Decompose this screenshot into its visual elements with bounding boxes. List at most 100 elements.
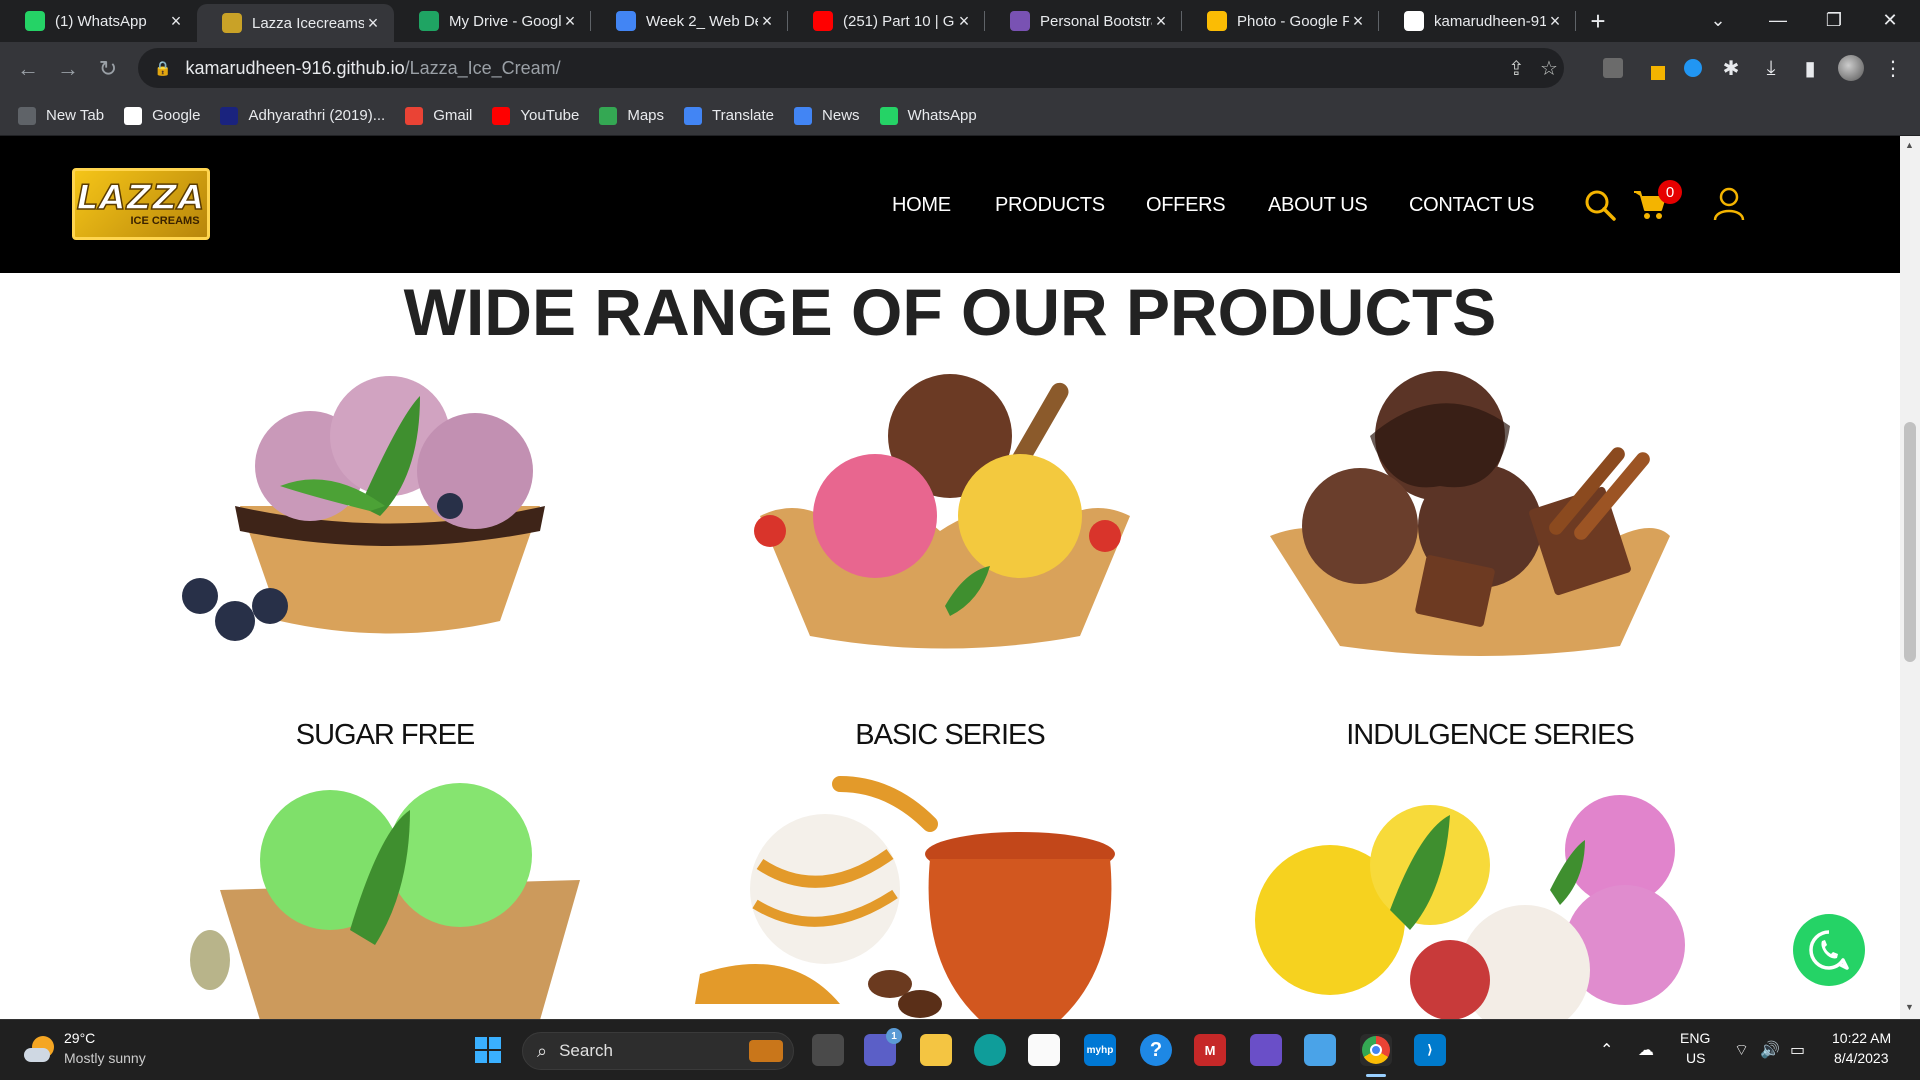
notepad-icon[interactable]	[1304, 1034, 1336, 1066]
teams-chat-icon[interactable]: 1	[864, 1028, 902, 1066]
tab-close-icon[interactable]: ×	[561, 11, 579, 32]
tab-label: Week 2_ Web Des	[646, 12, 758, 30]
windows-start-icon[interactable]	[472, 1034, 504, 1066]
browser-menu-icon[interactable]: ⋮	[1880, 55, 1906, 81]
bookmark-star-icon[interactable]: ☆	[1540, 56, 1558, 81]
file-explorer-icon[interactable]	[920, 1034, 952, 1066]
language-top[interactable]: ENG	[1680, 1030, 1710, 1046]
lazza-logo[interactable]: LAZZA ICE CREAMS	[72, 168, 210, 240]
bookmark-item[interactable]: Gmail	[405, 106, 472, 125]
share-icon[interactable]: ⇪	[1508, 56, 1525, 81]
bookmark-item[interactable]: News	[794, 106, 860, 125]
taskbar-search[interactable]: ⌕ Search	[522, 1032, 794, 1070]
onedrive-icon[interactable]: ☁	[1638, 1040, 1654, 1060]
side-panel-icon[interactable]: ▮	[1797, 55, 1823, 81]
bookmark-label: New Tab	[46, 107, 105, 124]
extension-grey-icon[interactable]	[1600, 55, 1626, 81]
user-icon[interactable]	[1712, 186, 1746, 222]
scrollbar-thumb[interactable]	[1904, 422, 1916, 662]
battery-icon[interactable]: ▭	[1790, 1040, 1805, 1060]
microsoft-store-icon[interactable]	[1028, 1034, 1060, 1066]
taskbar-search-label: Search	[559, 1041, 613, 1060]
product-card-caramel-pot[interactable]	[690, 764, 1150, 1019]
google-icon	[124, 106, 143, 125]
bookmark-label: News	[822, 107, 860, 124]
weather-temp: 29°C	[64, 1030, 96, 1046]
extensions-puzzle-icon[interactable]: ✱	[1718, 55, 1744, 81]
bookmark-item[interactable]: YouTube	[492, 106, 579, 125]
nav-offers[interactable]: OFFERS	[1146, 194, 1226, 217]
lock-icon[interactable]: 🔒	[154, 60, 171, 77]
scroll-up-icon[interactable]: ▲	[1905, 140, 1914, 150]
tab-close-icon[interactable]: ×	[1349, 11, 1367, 32]
back-icon[interactable]: ←	[8, 49, 48, 89]
new-tab-button[interactable]: +	[1576, 0, 1620, 42]
task-view-icon[interactable]	[812, 1034, 844, 1066]
nav-home[interactable]: HOME	[892, 194, 951, 217]
bookmark-item[interactable]: Translate	[684, 106, 774, 125]
browser-tab[interactable]: Week 2_ Web Des×	[591, 0, 788, 42]
tab-search-icon[interactable]: ⌄	[1690, 0, 1746, 40]
weather-sun-icon[interactable]	[24, 1036, 56, 1064]
edge-icon[interactable]	[974, 1034, 1006, 1066]
page-scrollbar[interactable]: ▲ ▼	[1900, 136, 1920, 1019]
browser-tab[interactable]: My Drive - Googl ×	[394, 0, 591, 42]
extension-drop-icon[interactable]	[1680, 55, 1706, 81]
whatsapp-float-button[interactable]	[1793, 914, 1865, 986]
bookmark-label: Maps	[627, 107, 665, 124]
extension-pen-icon[interactable]	[1645, 55, 1671, 81]
bookmark-item[interactable]: Google	[124, 106, 200, 125]
tab-separator	[1575, 11, 1576, 31]
tab-close-icon[interactable]: ×	[167, 11, 185, 32]
wifi-icon[interactable]: ⌔	[1734, 1040, 1749, 1060]
tab-close-icon[interactable]: ×	[955, 11, 973, 32]
restore-icon[interactable]: ❐	[1806, 0, 1862, 40]
language-bottom[interactable]: US	[1686, 1050, 1705, 1066]
nav-about-us[interactable]: ABOUT US	[1268, 194, 1368, 217]
nav-contact-us[interactable]: CONTACT US	[1409, 194, 1534, 217]
bookmark-item[interactable]: New Tab	[18, 106, 105, 125]
tab-close-icon[interactable]: ×	[364, 13, 382, 34]
close-window-icon[interactable]: ✕	[1862, 0, 1918, 40]
profile-avatar[interactable]	[1838, 55, 1864, 81]
logo-sub: ICE CREAMS	[130, 215, 200, 227]
browser-tab[interactable]: (251) Part 10 | Git ×	[788, 0, 985, 42]
vscode-icon[interactable]: ⟩	[1414, 1034, 1446, 1066]
product-card-sugar-free[interactable]: SUGAR FREE	[160, 356, 660, 756]
volume-icon[interactable]: 🔊	[1760, 1040, 1780, 1060]
browser-tab[interactable]: kamarudheen-91 ×	[1379, 0, 1576, 42]
browser-tab[interactable]: (1) WhatsApp ×	[0, 0, 197, 42]
bookmark-item[interactable]: WhatsApp	[879, 106, 977, 125]
browser-tab[interactable]: Photo - Google P ×	[1182, 0, 1379, 42]
chrome-icon[interactable]	[1360, 1034, 1392, 1066]
product-card-pistachio[interactable]	[180, 770, 640, 1019]
tab-close-icon[interactable]: ×	[1546, 11, 1564, 32]
myhp-icon[interactable]: myhp	[1084, 1034, 1116, 1066]
clock-time[interactable]: 10:22 AM	[1832, 1030, 1891, 1046]
minimize-icon[interactable]: —	[1750, 0, 1806, 40]
product-card-basic-series[interactable]: BASIC SERIES	[700, 356, 1200, 756]
bookmark-label: Adhyarathri (2019)...	[248, 107, 386, 124]
bookmark-item[interactable]: Maps	[599, 106, 665, 125]
bookmark-item[interactable]: Adhyarathri (2019)...	[220, 106, 386, 125]
tab-close-icon[interactable]: ×	[758, 11, 776, 32]
google-drive-icon	[419, 11, 439, 31]
browser-tab[interactable]: Personal Bootstra ×	[985, 0, 1182, 42]
mcafee-icon[interactable]: M	[1194, 1034, 1226, 1066]
tab-close-icon[interactable]: ×	[1152, 11, 1170, 32]
product-card-fruit-mix[interactable]	[1240, 770, 1700, 1019]
reload-icon[interactable]: ↻	[88, 49, 128, 89]
browser-tab[interactable]: Lazza Icecreams ×	[197, 4, 394, 42]
clock-date[interactable]: 8/4/2023	[1834, 1050, 1889, 1066]
nav-products[interactable]: PRODUCTS	[995, 194, 1105, 217]
address-bar[interactable]: 🔒 kamarudheen-916.github.io /Lazza_Ice_C…	[138, 48, 1564, 88]
url-host: kamarudheen-916.github.io	[185, 57, 405, 78]
help-icon[interactable]: ?	[1140, 1034, 1172, 1066]
copilot-icon[interactable]	[1250, 1034, 1282, 1066]
product-card-indulgence-series[interactable]: INDULGENCE SERIES	[1240, 356, 1740, 756]
scroll-down-icon[interactable]: ▼	[1905, 1002, 1914, 1012]
tray-overflow-icon[interactable]: ⌃	[1600, 1040, 1613, 1060]
forward-icon[interactable]: →	[48, 49, 88, 89]
search-icon[interactable]	[1583, 188, 1617, 222]
download-icon[interactable]: ⤓	[1758, 55, 1784, 81]
